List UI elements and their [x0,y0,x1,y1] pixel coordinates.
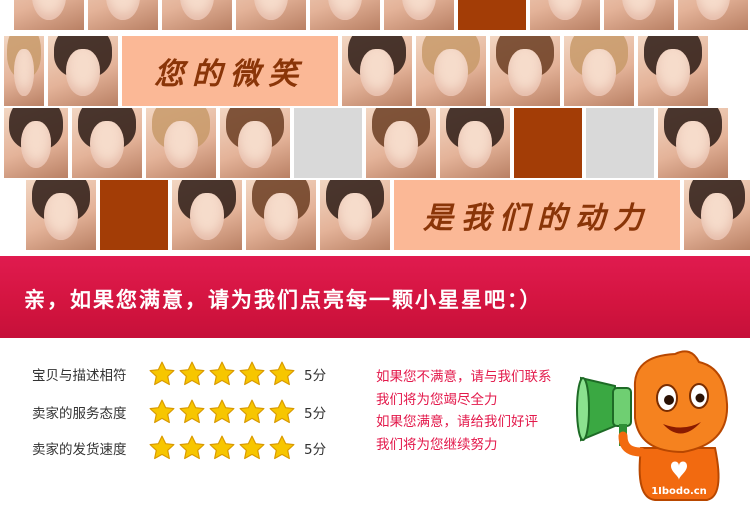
portrait-photo [320,180,390,250]
portrait-photo [246,180,316,250]
portrait-photo [530,0,600,30]
feedback-note: 如果您不满意，请与我们联系 我们将为您竭尽全力 如果您满意，请给我们好评 我们将… [376,366,552,456]
portrait-photo [26,180,96,250]
slogan-text: 您的微笑 [154,57,306,92]
note-line: 如果您满意，请给我们好评 [376,414,538,430]
portrait-photo [384,0,454,30]
portrait-photo [72,108,142,178]
portrait-photo [172,180,242,250]
mascot-megaphone-icon: 1Ibodo.cn [576,350,729,501]
portrait-photo [310,0,380,30]
portrait-photo [4,108,68,178]
star-icon[interactable] [148,434,176,462]
portrait-photo [416,36,486,106]
slogan-tile-motivation: 是我们的动力 [394,180,680,250]
star-icon[interactable] [148,360,176,388]
portrait-photo [638,36,708,106]
star-icon[interactable] [238,360,266,388]
rating-score: 5分 [304,442,327,458]
rating-request-banner: 亲，如果您满意，请为我们点亮每一颗小星星吧：） [0,256,750,338]
portrait-photo [220,108,290,178]
portrait-photo [4,36,44,106]
slogan-text: 是我们的动力 [423,201,651,236]
portrait-photo [678,0,748,30]
collage-row [0,0,750,30]
portrait-photo [490,36,560,106]
star-icon[interactable] [268,360,296,388]
star-rating [148,434,296,462]
collage-row: 是我们的动力 [0,180,750,250]
color-tile [586,108,654,178]
star-icon[interactable] [178,434,206,462]
color-tile [458,0,526,30]
note-line: 我们将为您继续努力 [376,436,498,453]
portrait-photo [14,0,84,30]
portrait-photo [564,36,634,106]
star-icon[interactable] [238,398,266,426]
note-line: 我们将为您竭尽全力 [376,391,498,408]
rating-row-shipping: 卖家的发货速度 5分 [32,434,326,462]
star-icon[interactable] [178,360,206,388]
rating-label: 卖家的发货速度 [32,442,127,458]
portrait-photo [342,36,412,106]
rating-panel: 宝贝与描述相符 5分 卖家的服务态度 5分 卖家的发货速度 5分 如果您不满意，… [0,338,750,520]
note-line: 如果您不满意，请与我们联系 [376,369,552,385]
star-icon[interactable] [208,360,236,388]
color-tile [100,180,168,250]
star-icon[interactable] [208,398,236,426]
star-icon[interactable] [238,434,266,462]
portrait-photo [366,108,436,178]
star-rating [148,398,296,426]
rating-label: 宝贝与描述相符 [32,368,127,384]
mascot-shirt-text: 1Ibodo.cn [651,486,707,497]
portrait-photo [440,108,510,178]
rating-score: 5分 [304,368,327,384]
rating-row-description: 宝贝与描述相符 5分 [32,360,326,388]
portrait-photo [162,0,232,30]
collage-row [0,108,750,178]
photo-collage: 您的微笑 是我们的动力 [0,0,750,256]
collage-row: 您的微笑 [0,36,750,106]
rating-label: 卖家的服务态度 [32,406,127,422]
portrait-photo [658,108,728,178]
portrait-photo [684,180,750,250]
star-icon[interactable] [208,434,236,462]
color-tile [514,108,582,178]
star-rating [148,360,296,388]
rating-score: 5分 [304,406,327,422]
portrait-photo [146,108,216,178]
portrait-photo [604,0,674,30]
star-icon[interactable] [268,434,296,462]
star-icon[interactable] [178,398,206,426]
portrait-photo [236,0,306,30]
star-icon[interactable] [268,398,296,426]
rating-row-service: 卖家的服务态度 5分 [32,398,326,426]
portrait-photo [48,36,118,106]
color-tile [294,108,362,178]
star-icon[interactable] [148,398,176,426]
slogan-tile-smile: 您的微笑 [122,36,338,106]
portrait-photo [88,0,158,30]
banner-text: 亲，如果您满意，请为我们点亮每一颗小星星吧：） [24,288,543,312]
